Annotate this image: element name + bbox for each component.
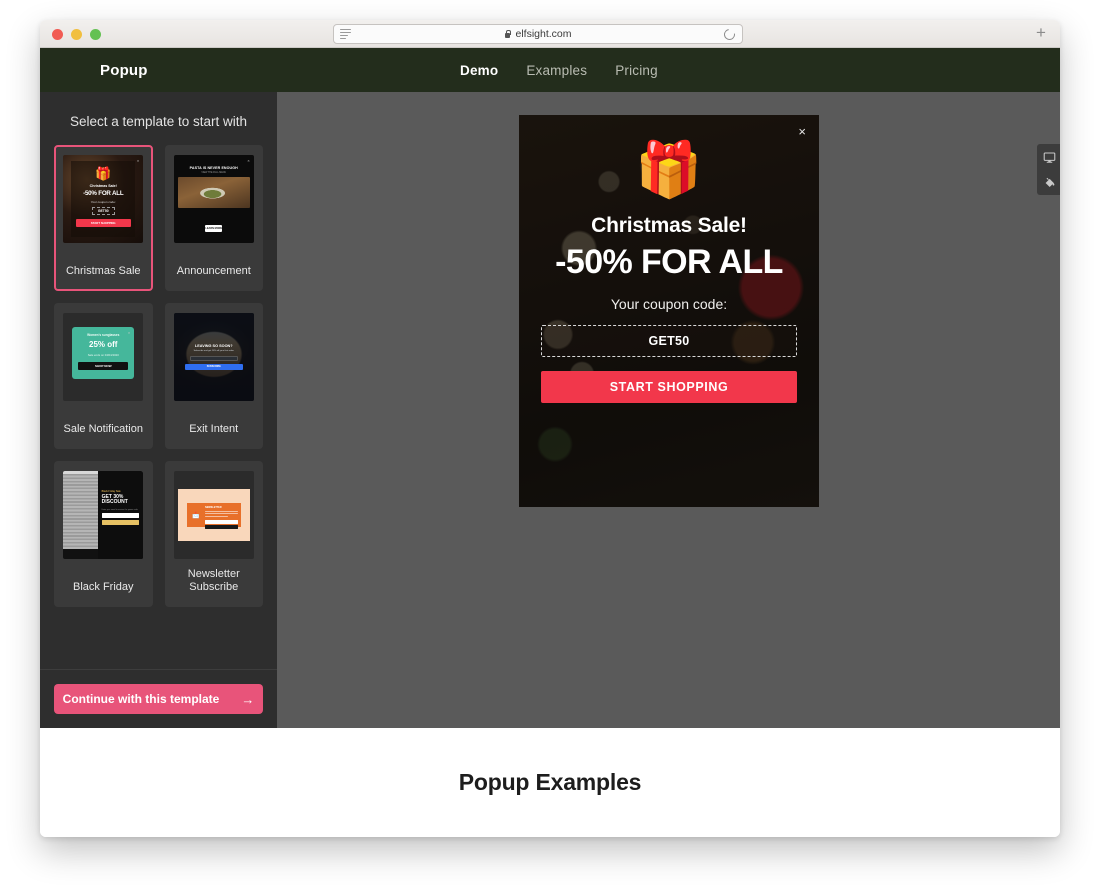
- thumb-sub: Enter your email to receive the promo co…: [101, 508, 138, 511]
- popup-title: Christmas Sale!: [591, 214, 747, 237]
- preview-canvas: × 🎁 Christmas Sale! -50% FOR ALL Your co…: [277, 92, 1060, 728]
- thumb-title: PASTA IS NEVER ENOUGH: [189, 166, 238, 171]
- minimize-window-button[interactable]: [71, 29, 82, 40]
- maximize-window-button[interactable]: [90, 29, 101, 40]
- template-sidebar: Select a template to start with × 🎁 Chri…: [40, 92, 277, 728]
- thumb-title: Christmas Sale!: [89, 184, 117, 188]
- popup-examples-heading: Popup Examples: [458, 769, 642, 795]
- template-thumbnail-newsletter-subscribe: 📩 NEWSLETTER: [173, 471, 254, 559]
- thumb-close-icon: ×: [247, 158, 250, 163]
- continue-with-template-button[interactable]: Continue with this template →: [54, 684, 263, 714]
- thumb-sub: Sale ends on 04/04/2020: [87, 353, 119, 357]
- template-label: Exit Intent: [189, 423, 239, 436]
- nav-link-pricing[interactable]: Pricing: [615, 63, 658, 78]
- thumb-close-icon: ×: [136, 158, 140, 163]
- url-group: elfsight.com: [334, 28, 742, 40]
- template-label: Christmas Sale: [65, 265, 141, 278]
- template-card-sale-notification[interactable]: × Women's sunglasses 25% off Sale ends o…: [54, 303, 153, 449]
- thumb-title: NEWSLETTER: [205, 506, 222, 509]
- nav-link-examples[interactable]: Examples: [526, 63, 587, 78]
- thumb-cta: [101, 520, 140, 525]
- close-window-button[interactable]: [52, 29, 63, 40]
- popup-close-icon[interactable]: ×: [798, 125, 806, 138]
- thumb-title: LEAVING SO SOON?: [194, 344, 233, 348]
- template-thumbnail-black-friday: Black Friday Sale GET 30% DISCOUNT Enter…: [63, 471, 144, 559]
- thumb-email-field: [101, 513, 140, 518]
- thumb-cta: SHOP NOW: [78, 362, 129, 371]
- thumb-close-icon: ×: [127, 330, 131, 335]
- template-label: Sale Notification: [63, 423, 144, 436]
- thumb-headline: -50% FOR ALL: [83, 190, 124, 197]
- template-thumbnail-announcement: × PASTA IS NEVER ENOUGH VIEW THE FULL ME…: [173, 155, 254, 243]
- thumb-text-column: [63, 474, 98, 549]
- thumb-cta: START SHOPPING: [75, 219, 131, 227]
- template-label: Newsletter Subscribe: [187, 567, 240, 594]
- fill-color-icon[interactable]: [1041, 174, 1057, 190]
- template-thumbnail-sale-notification: × Women's sunglasses 25% off Sale ends o…: [63, 313, 144, 401]
- window-traffic-lights: [52, 29, 101, 40]
- thumb-food-photo: [177, 177, 250, 209]
- template-thumbnail-christmas-sale: × 🎁 Christmas Sale! -50% FOR ALL Your co…: [63, 155, 144, 243]
- thumb-headline: GET 30% DISCOUNT: [101, 494, 128, 506]
- envelope-icon: 📩: [192, 512, 200, 519]
- popup-coupon-code[interactable]: GET50: [541, 325, 797, 358]
- thumb-title: Women's sunglasses: [87, 333, 120, 337]
- template-grid: × 🎁 Christmas Sale! -50% FOR ALL Your co…: [40, 145, 277, 669]
- template-card-announcement[interactable]: × PASTA IS NEVER ENOUGH VIEW THE FULL ME…: [164, 145, 263, 291]
- thumb-cta: LEARN MORE: [205, 224, 223, 232]
- canvas-toolbar: [1037, 144, 1060, 195]
- thumb-coupon: GET50: [91, 207, 115, 215]
- site-brand[interactable]: Popup: [100, 62, 148, 79]
- thumb-headline: 25% off: [89, 340, 118, 349]
- device-preview-icon[interactable]: [1041, 149, 1057, 165]
- thumb-email-field: [189, 356, 238, 361]
- popup-coupon-label: Your coupon code:: [610, 296, 728, 313]
- new-tab-button[interactable]: +: [1031, 24, 1051, 44]
- template-label: Black Friday: [72, 581, 134, 594]
- thumb-sub: Subscribe and get 10% off your first ord…: [193, 350, 234, 352]
- arrow-right-icon: →: [241, 691, 255, 707]
- sidebar-footer: Continue with this template →: [40, 669, 277, 728]
- sidebar-title: Select a template to start with: [69, 114, 248, 129]
- popup-cta-button[interactable]: START SHOPPING: [541, 371, 797, 404]
- site-navbar: Popup Demo Examples Pricing: [40, 48, 1060, 92]
- demo-editor: Select a template to start with × 🎁 Chri…: [40, 92, 1060, 728]
- template-thumbnail-exit-intent: LEAVING SO SOON? Subscribe and get 10% o…: [173, 313, 254, 401]
- thumb-cta: [205, 525, 238, 530]
- thumb-sub: Your coupon code:: [90, 200, 116, 204]
- browser-window: elfsight.com + Popup Demo Examples Prici…: [40, 20, 1060, 837]
- nav-link-demo[interactable]: Demo: [460, 63, 498, 78]
- template-card-newsletter-subscribe[interactable]: 📩 NEWSLETTER Newsletter Subscribe: [164, 461, 263, 607]
- address-bar[interactable]: elfsight.com: [333, 24, 743, 44]
- template-label: Announcement: [176, 265, 251, 278]
- site-nav-links: Demo Examples Pricing: [460, 63, 658, 78]
- page-bottom-section: Popup Examples: [40, 728, 1060, 837]
- thumb-eyebrow: Black Friday Sale: [101, 491, 121, 493]
- continue-label: Continue with this template: [62, 692, 220, 706]
- thumb-email-field: [205, 519, 238, 524]
- popup-headline: -50% FOR ALL: [555, 243, 783, 281]
- thumb-cta: SUBSCRIBE: [184, 363, 243, 370]
- thumb-sub: VIEW THE FULL MENU: [201, 172, 227, 175]
- template-card-christmas-sale[interactable]: × 🎁 Christmas Sale! -50% FOR ALL Your co…: [54, 145, 153, 291]
- gift-icon: 🎁: [635, 140, 703, 200]
- template-card-exit-intent[interactable]: LEAVING SO SOON? Subscribe and get 10% o…: [164, 303, 263, 449]
- url-text: elfsight.com: [515, 28, 572, 40]
- gift-icon: 🎁: [95, 166, 112, 181]
- browser-titlebar: elfsight.com +: [40, 20, 1060, 48]
- popup-preview: × 🎁 Christmas Sale! -50% FOR ALL Your co…: [519, 115, 819, 507]
- lock-icon: [504, 30, 512, 39]
- template-card-black-friday[interactable]: Black Friday Sale GET 30% DISCOUNT Enter…: [54, 461, 153, 607]
- reader-view-icon[interactable]: [340, 28, 351, 40]
